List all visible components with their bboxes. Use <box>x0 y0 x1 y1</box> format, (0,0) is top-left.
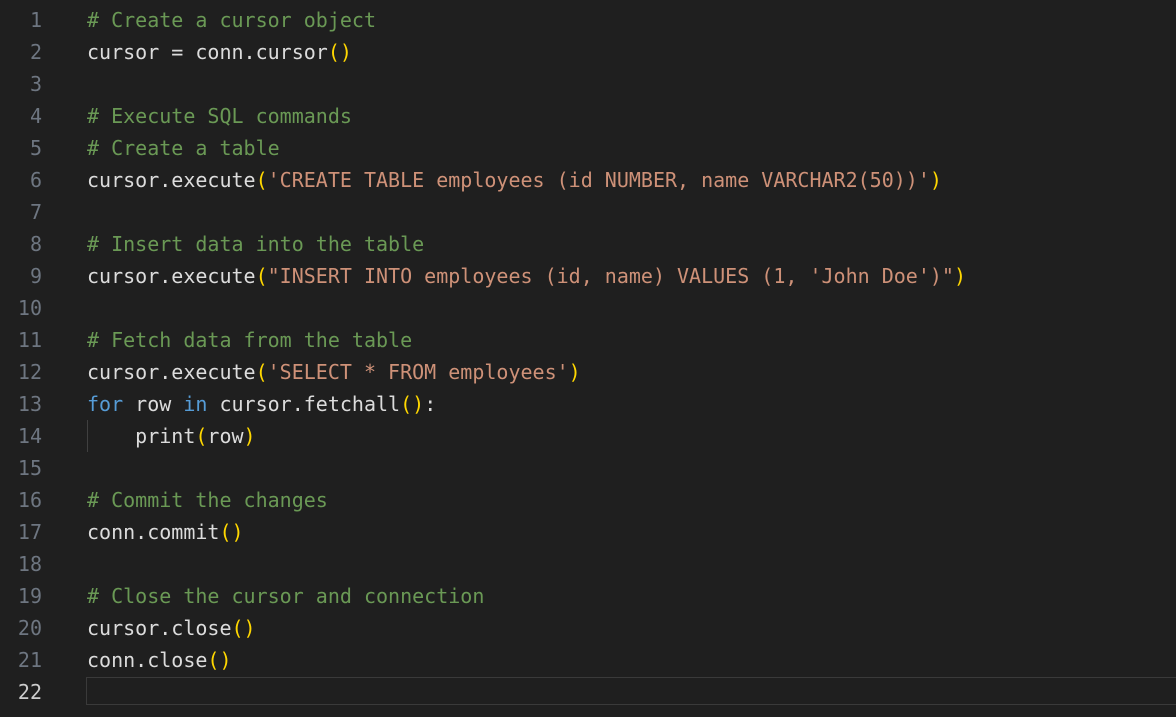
code-token-bracket: ) <box>568 360 581 384</box>
code-token-bracket: ( <box>255 264 268 288</box>
code-token-plain: row <box>207 424 244 448</box>
line-number: 7 <box>29 200 42 224</box>
line-number: 19 <box>17 584 42 608</box>
code-line[interactable]: 20 cursor.close() <box>0 612 1176 644</box>
code-token-plain: cursor.execute <box>87 360 256 384</box>
code-token-comment: # Create a cursor object <box>87 8 376 32</box>
code-token-plain: cursor.execute <box>87 168 256 192</box>
code-token-string: "INSERT INTO employees (id, name) VALUES… <box>267 264 954 288</box>
code-line[interactable]: 2 cursor = conn.cursor() <box>0 36 1176 68</box>
code-token-bracket: () <box>207 648 232 672</box>
line-number: 5 <box>29 136 42 160</box>
line-number: 2 <box>29 40 42 64</box>
line-text: cursor.execute('SELECT * FROM employees'… <box>87 356 581 388</box>
code-line[interactable]: 4 # Execute SQL commands <box>0 100 1176 132</box>
code-line[interactable]: 5 # Create a table <box>0 132 1176 164</box>
line-text: # Execute SQL commands <box>87 100 352 132</box>
code-token-comment: # Insert data into the table <box>87 232 425 256</box>
line-number: 12 <box>17 360 42 384</box>
line-number: 16 <box>17 488 42 512</box>
line-text: # Create a cursor object <box>87 4 376 36</box>
code-token-plain: cursor.execute <box>87 264 256 288</box>
code-token-comment: # Fetch data from the table <box>87 328 413 352</box>
line-number: 14 <box>17 424 42 448</box>
code-token-bracket: ) <box>243 424 256 448</box>
code-token-plain: cursor.fetchall <box>207 392 401 416</box>
code-line[interactable]: 15 <box>0 452 1176 484</box>
code-token-comment: # Commit the changes <box>87 488 328 512</box>
line-text: # Close the cursor and connection <box>87 580 484 612</box>
code-line[interactable]: 21 conn.close() <box>0 644 1176 676</box>
code-line[interactable]: 8 # Insert data into the table <box>0 228 1176 260</box>
code-token-plain: print <box>87 424 196 448</box>
code-token-keyword: for <box>87 392 124 416</box>
code-token-bracket: () <box>400 392 425 416</box>
code-token-plain: cursor = conn.cursor <box>87 40 328 64</box>
current-line-highlight <box>86 677 1176 705</box>
line-number: 1 <box>29 8 42 32</box>
line-text: conn.close() <box>87 644 232 676</box>
line-number: 20 <box>17 616 42 640</box>
code-token-comment: # Close the cursor and connection <box>87 584 485 608</box>
line-number: 13 <box>17 392 42 416</box>
code-token-plain: cursor.close <box>87 616 232 640</box>
code-token-plain: row <box>123 392 184 416</box>
line-text: cursor = conn.cursor() <box>87 36 352 68</box>
code-token-bracket: () <box>327 40 352 64</box>
code-line[interactable]: 9 cursor.execute("INSERT INTO employees (… <box>0 260 1176 292</box>
code-line[interactable]: 10 <box>0 292 1176 324</box>
line-number: 9 <box>29 264 42 288</box>
code-line[interactable]: 13 for row in cursor.fetchall(): <box>0 388 1176 420</box>
code-editor[interactable]: 1 # Create a cursor object 2 cursor = conn.… <box>0 0 1176 717</box>
code-line[interactable]: 18 <box>0 548 1176 580</box>
line-text: cursor.close() <box>87 612 256 644</box>
code-token-string: 'SELECT * FROM employees' <box>267 360 569 384</box>
line-number: 6 <box>29 168 42 192</box>
code-line[interactable]: 1 # Create a cursor object <box>0 4 1176 36</box>
line-text: print(row) <box>87 420 256 452</box>
line-text: cursor.execute('CREATE TABLE employees (… <box>87 164 942 196</box>
code-token-string: 'CREATE TABLE employees (id NUMBER, name… <box>267 168 930 192</box>
line-text: for row in cursor.fetchall(): <box>87 388 436 420</box>
code-token-bracket: () <box>231 616 256 640</box>
line-number: 18 <box>17 552 42 576</box>
code-line[interactable]: 11 # Fetch data from the table <box>0 324 1176 356</box>
line-number: 4 <box>29 104 42 128</box>
line-number: 22 <box>17 680 42 704</box>
line-text: cursor.execute("INSERT INTO employees (i… <box>87 260 966 292</box>
line-number: 11 <box>17 328 42 352</box>
line-number: 21 <box>17 648 42 672</box>
line-text: # Insert data into the table <box>87 228 424 260</box>
code-line[interactable]: 22 <box>0 676 1176 708</box>
line-text: # Create a table <box>87 132 280 164</box>
line-number: 17 <box>17 520 42 544</box>
code-token-keyword: in <box>183 392 208 416</box>
code-token-comment: # Execute SQL commands <box>87 104 352 128</box>
code-token-plain: : <box>424 392 437 416</box>
code-line[interactable]: 14 print(row) <box>0 420 1176 452</box>
code-line[interactable]: 19 # Close the cursor and connection <box>0 580 1176 612</box>
code-token-comment: # Create a table <box>87 136 280 160</box>
line-text: # Commit the changes <box>87 484 328 516</box>
code-token-plain: conn.close <box>87 648 208 672</box>
code-line[interactable]: 17 conn.commit() <box>0 516 1176 548</box>
line-number: 3 <box>29 72 42 96</box>
code-token-bracket: ( <box>195 424 208 448</box>
code-line[interactable]: 6 cursor.execute('CREATE TABLE employees … <box>0 164 1176 196</box>
code-line[interactable]: 3 <box>0 68 1176 100</box>
code-token-bracket: ( <box>255 168 268 192</box>
code-token-bracket: ) <box>929 168 942 192</box>
line-text: conn.commit() <box>87 516 244 548</box>
code-token-bracket: () <box>219 520 244 544</box>
line-text: # Fetch data from the table <box>87 324 412 356</box>
code-line[interactable]: 12 cursor.execute('SELECT * FROM employee… <box>0 356 1176 388</box>
code-token-bracket: ( <box>255 360 268 384</box>
line-number: 15 <box>17 456 42 480</box>
code-token-bracket: ) <box>953 264 967 288</box>
line-number: 8 <box>29 232 42 256</box>
line-number: 10 <box>17 296 42 320</box>
code-token-plain: conn.commit <box>87 520 220 544</box>
code-line[interactable]: 7 <box>0 196 1176 228</box>
code-line[interactable]: 16 # Commit the changes <box>0 484 1176 516</box>
